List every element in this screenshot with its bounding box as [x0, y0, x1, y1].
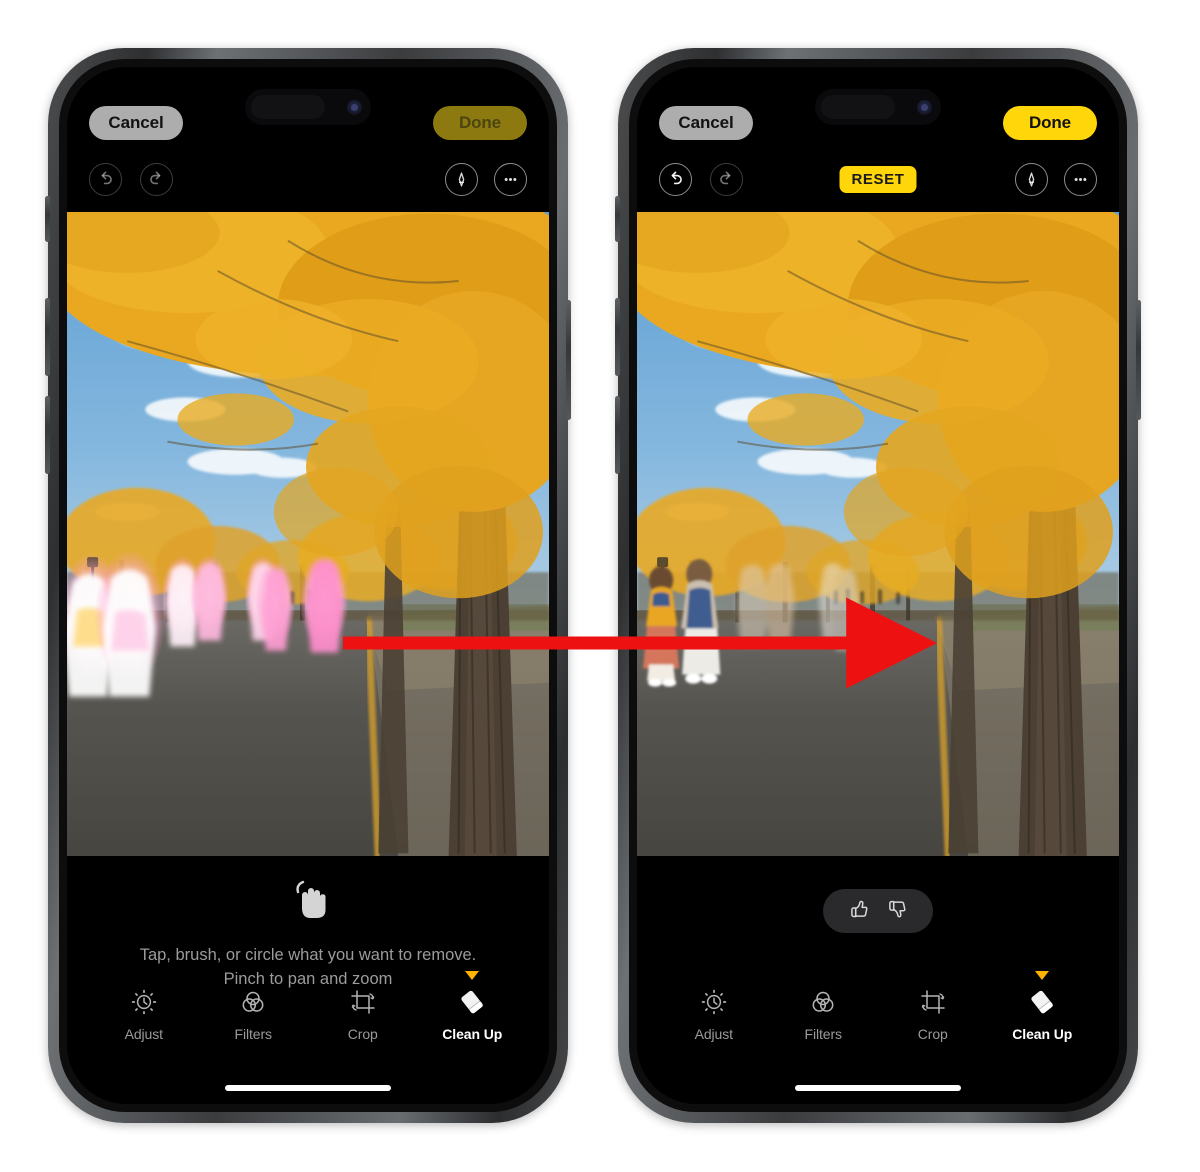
- tab-crop[interactable]: Crop: [900, 982, 966, 1042]
- tab-adjust[interactable]: Adjust: [681, 982, 747, 1042]
- hint-line-1: Tap, brush, or circle what you want to r…: [139, 946, 477, 964]
- tab-adjust[interactable]: Adjust: [111, 982, 177, 1042]
- photo-canvas-after[interactable]: [637, 212, 1119, 856]
- more-options-button[interactable]: [494, 162, 527, 196]
- tab-filters[interactable]: Filters: [791, 982, 857, 1042]
- volume-up-button[interactable]: [45, 298, 50, 376]
- active-tab-caret-icon: [1035, 971, 1050, 980]
- undo-arrow-icon: [666, 170, 685, 189]
- tab-crop-label: Crop: [347, 1026, 378, 1042]
- cancel-button[interactable]: Cancel: [89, 106, 183, 140]
- volume-down-button[interactable]: [45, 396, 50, 474]
- tap-hand-icon: [286, 879, 330, 926]
- markup-pen-icon: [1023, 171, 1040, 188]
- redo-arrow-icon: [717, 170, 736, 189]
- tab-clean-up-label: Clean Up: [442, 1026, 503, 1042]
- action-button[interactable]: [45, 196, 50, 242]
- editor-topbar-before: Cancel Done: [67, 101, 549, 145]
- photo-image-after: [637, 212, 1119, 856]
- tab-adjust-label: Adjust: [694, 1026, 733, 1042]
- phone-after: Cancel Done RESET Adjust Filters Crop Cl…: [615, 48, 1141, 1123]
- tab-filters-label: Filters: [234, 1026, 273, 1042]
- undo-arrow-icon: [96, 170, 115, 189]
- redo-arrow-icon: [147, 170, 166, 189]
- reset-button[interactable]: RESET: [839, 165, 917, 193]
- thumbs-down-icon[interactable]: [885, 897, 909, 926]
- crop-rotate-icon: [919, 982, 947, 1022]
- filters-circles-icon: [239, 982, 267, 1022]
- tab-clean-up-label: Clean Up: [1012, 1026, 1073, 1042]
- editor-toolrow-before: [67, 157, 549, 201]
- tab-adjust-label: Adjust: [124, 1026, 163, 1042]
- photo-canvas-before[interactable]: [67, 212, 549, 856]
- tab-filters-label: Filters: [804, 1026, 843, 1042]
- more-options-button[interactable]: [1064, 162, 1097, 196]
- tab-filters[interactable]: Filters: [221, 982, 287, 1042]
- action-button[interactable]: [615, 196, 620, 242]
- tab-crop[interactable]: Crop: [330, 982, 396, 1042]
- tab-crop-label: Crop: [917, 1026, 948, 1042]
- more-ellipsis-icon: [501, 170, 520, 189]
- eraser-icon: [1027, 982, 1057, 1022]
- phone-screen-before: Cancel Done Tap, brush, or circle what y…: [67, 67, 549, 1104]
- active-tab-caret-icon: [465, 971, 480, 980]
- done-button[interactable]: Done: [1003, 106, 1097, 140]
- phone-bezel: Cancel Done: [59, 59, 557, 1112]
- editor-toolrow-after: RESET: [637, 157, 1119, 201]
- screenshot-stage: Cancel Done Tap, brush, or circle what y…: [0, 0, 1200, 1172]
- volume-up-button[interactable]: [615, 298, 620, 376]
- power-button[interactable]: [1136, 300, 1141, 420]
- crop-rotate-icon: [349, 982, 377, 1022]
- phone-before: Cancel Done Tap, brush, or circle what y…: [45, 48, 571, 1123]
- markup-pen-icon: [453, 171, 470, 188]
- adjust-dial-icon: [700, 982, 728, 1022]
- home-indicator[interactable]: [795, 1085, 961, 1091]
- markup-button[interactable]: [1015, 162, 1048, 196]
- redo-button[interactable]: [710, 162, 743, 196]
- cancel-button[interactable]: Cancel: [659, 106, 753, 140]
- tab-clean-up[interactable]: Clean Up: [440, 971, 506, 1042]
- home-indicator[interactable]: [225, 1085, 391, 1091]
- editor-tabbar-after: Adjust Filters Crop Clean Up: [637, 971, 1119, 1042]
- editor-tabbar-before: Adjust Filters Crop Clean Up: [67, 971, 549, 1042]
- thumbs-up-icon[interactable]: [847, 897, 871, 926]
- phone-screen-after: Cancel Done RESET Adjust Filters Crop Cl…: [637, 67, 1119, 1104]
- eraser-icon: [457, 982, 487, 1022]
- editor-topbar-after: Cancel Done: [637, 101, 1119, 145]
- feedback-pill[interactable]: [823, 889, 933, 933]
- volume-down-button[interactable]: [615, 396, 620, 474]
- undo-button[interactable]: [659, 162, 692, 196]
- filters-circles-icon: [809, 982, 837, 1022]
- undo-button[interactable]: [89, 162, 122, 196]
- done-button[interactable]: Done: [433, 106, 527, 140]
- redo-button[interactable]: [140, 162, 173, 196]
- power-button[interactable]: [566, 300, 571, 420]
- phone-bezel: Cancel Done: [629, 59, 1127, 1112]
- more-ellipsis-icon: [1071, 170, 1090, 189]
- markup-button[interactable]: [445, 162, 478, 196]
- photo-image-before: [67, 212, 549, 856]
- adjust-dial-icon: [130, 982, 158, 1022]
- tab-clean-up[interactable]: Clean Up: [1010, 971, 1076, 1042]
